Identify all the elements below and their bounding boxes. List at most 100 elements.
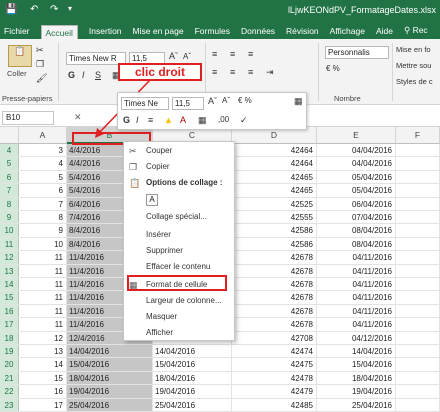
menu-item-afficher[interactable]: Afficher	[124, 325, 234, 341]
cell-e[interactable]: 04/04/2016	[317, 144, 396, 157]
cell-d[interactable]: 42478	[232, 371, 317, 385]
cell-e[interactable]: 04/11/2016	[317, 278, 396, 291]
grow-font-icon[interactable]: Aˇ	[169, 51, 178, 61]
cell-e[interactable]: 05/04/2016	[317, 170, 396, 184]
select-all-corner[interactable]	[0, 127, 19, 144]
mini-eraser-icon[interactable]: ✓	[240, 115, 248, 126]
cell-d[interactable]: 42465	[232, 184, 317, 197]
underline-icon[interactable]: S	[95, 70, 101, 80]
cell-e[interactable]: 06/04/2016	[317, 197, 396, 210]
cell-f[interactable]	[396, 264, 440, 277]
save-icon[interactable]: 💾	[5, 4, 17, 15]
row-number[interactable]: 12	[0, 251, 19, 264]
row-number[interactable]: 15	[0, 291, 19, 304]
cell-e[interactable]: 04/12/2016	[317, 331, 396, 344]
menu-donnees[interactable]: Données	[241, 26, 275, 36]
cell-f[interactable]	[396, 157, 440, 170]
cell-d[interactable]: 42479	[232, 385, 317, 398]
cell-d[interactable]: 42586	[232, 224, 317, 237]
cell-d[interactable]: 42525	[232, 197, 317, 210]
cell-e[interactable]: 04/11/2016	[317, 318, 396, 331]
cell-b[interactable]: 15/04/2016	[67, 358, 153, 371]
cell-a[interactable]: 15	[19, 371, 67, 385]
cell-f[interactable]	[396, 211, 440, 224]
cell-e[interactable]: 07/04/2016	[317, 211, 396, 224]
row-number[interactable]: 7	[0, 184, 19, 197]
menu-item-collage-special[interactable]: Collage spécial...	[124, 209, 234, 225]
cell-e[interactable]: 05/04/2016	[317, 184, 396, 197]
row-number[interactable]: 16	[0, 304, 19, 318]
cell-e[interactable]: 19/04/2016	[317, 385, 396, 398]
mini-shrink-font-icon[interactable]: Aˇ	[222, 96, 230, 105]
cell-f[interactable]	[396, 184, 440, 197]
cell-c[interactable]: 25/04/2016	[153, 398, 232, 411]
cut-icon[interactable]: ✂	[36, 45, 44, 56]
cell-d[interactable]: 42708	[232, 331, 317, 344]
currency-icon[interactable]: € %	[326, 64, 340, 73]
cell-a[interactable]: 5	[19, 170, 67, 184]
paste-icon[interactable]: 📋	[8, 45, 32, 67]
cell-a[interactable]: 11	[19, 304, 67, 318]
mini-align-icon[interactable]: ≡	[148, 115, 153, 125]
cell-d[interactable]: 42485	[232, 398, 317, 411]
cell-a[interactable]: 6	[19, 184, 67, 197]
menu-formules[interactable]: Formules	[195, 26, 230, 36]
mini-format-icon[interactable]: ▦	[294, 96, 303, 107]
row-number[interactable]: 22	[0, 385, 19, 398]
cell-f[interactable]	[396, 278, 440, 291]
cell-a[interactable]: 16	[19, 385, 67, 398]
align-left-icon[interactable]: ≡	[212, 67, 217, 77]
bold-icon[interactable]: G	[68, 70, 75, 80]
undo-icon[interactable]: ↶	[30, 4, 38, 15]
cell-a[interactable]: 14	[19, 358, 67, 371]
cell-f[interactable]	[396, 144, 440, 157]
align-center-icon[interactable]: ≡	[230, 67, 235, 77]
row-number[interactable]: 11	[0, 237, 19, 251]
row-number[interactable]: 4	[0, 144, 19, 157]
cell-d[interactable]: 42464	[232, 157, 317, 170]
menu-aide[interactable]: Aide	[376, 26, 393, 36]
menu-item-inserer[interactable]: Insérer	[124, 227, 234, 243]
cancel-icon[interactable]: ✕	[74, 112, 82, 123]
cell-e[interactable]: 08/04/2016	[317, 237, 396, 251]
cell-e[interactable]: 18/04/2016	[317, 371, 396, 385]
row-number[interactable]: 5	[0, 157, 19, 170]
cell-a[interactable]: 11	[19, 318, 67, 331]
row-number[interactable]: 10	[0, 224, 19, 237]
cell-f[interactable]	[396, 331, 440, 344]
cell-d[interactable]: 42464	[232, 144, 317, 157]
mini-grow-font-icon[interactable]: Aˇ	[208, 96, 217, 106]
cell-c[interactable]: 19/04/2016	[153, 385, 232, 398]
row-number[interactable]: 23	[0, 398, 19, 411]
name-box[interactable]: B10	[2, 111, 54, 125]
cell-a[interactable]: 12	[19, 331, 67, 344]
mini-fill-color-icon[interactable]: ▲	[164, 115, 173, 125]
redo-icon[interactable]: ↷	[50, 4, 58, 15]
cell-f[interactable]	[396, 197, 440, 210]
cell-f[interactable]	[396, 385, 440, 398]
cell-e[interactable]: 14/04/2016	[317, 345, 396, 358]
cell-a[interactable]: 13	[19, 345, 67, 358]
column-header-e[interactable]: E	[317, 127, 396, 144]
cell-f[interactable]	[396, 237, 440, 251]
menu-insertion[interactable]: Insertion	[89, 26, 122, 36]
cell-f[interactable]	[396, 318, 440, 331]
copy-icon[interactable]: ❐	[36, 59, 44, 70]
menu-item-couper[interactable]: ✂ Couper	[124, 143, 234, 159]
cell-d[interactable]: 42678	[232, 304, 317, 318]
cell-e[interactable]: 04/04/2016	[317, 157, 396, 170]
italic-icon[interactable]: I	[82, 70, 85, 80]
row-number[interactable]: 20	[0, 358, 19, 371]
shrink-font-icon[interactable]: Aˇ	[183, 52, 191, 61]
row-number[interactable]: 19	[0, 345, 19, 358]
cell-a[interactable]: 4	[19, 157, 67, 170]
cell-d[interactable]: 42678	[232, 318, 317, 331]
cell-d[interactable]: 42555	[232, 211, 317, 224]
mini-currency-icon[interactable]: € %	[238, 96, 252, 105]
cell-f[interactable]	[396, 170, 440, 184]
cell-b[interactable]: 14/04/2016	[67, 345, 153, 358]
cell-a[interactable]: 8	[19, 211, 67, 224]
mini-font-color-icon[interactable]: A	[180, 115, 186, 125]
cell-e[interactable]: 25/04/2016	[317, 398, 396, 411]
menu-item-masquer[interactable]: Masquer	[124, 309, 234, 325]
